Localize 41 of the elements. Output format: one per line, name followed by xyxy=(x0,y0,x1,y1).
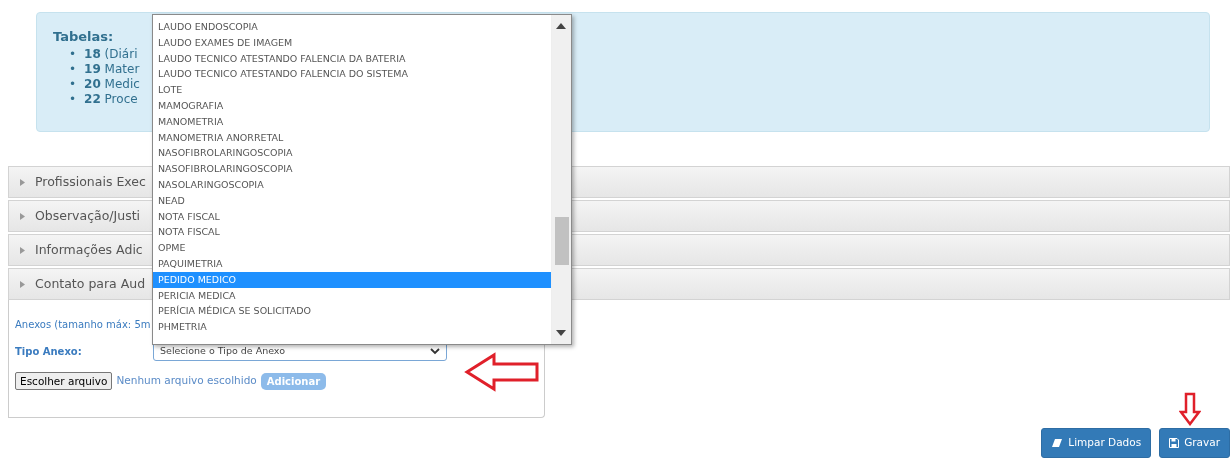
dropdown-option[interactable]: NOTA FISCAL xyxy=(153,208,551,225)
dropdown-option[interactable]: LAUDO TECNICO ATESTANDO FALENCIA DO SISTEMA xyxy=(153,66,551,83)
dropdown-option[interactable]: LAUDO EXAMES DE IMAGEM xyxy=(153,34,551,51)
bullet: • xyxy=(69,61,77,77)
dropdown-option[interactable]: OPME xyxy=(153,240,551,256)
info-heading: Tabelas: xyxy=(53,28,114,46)
floppy-icon xyxy=(1169,438,1180,448)
eraser-icon xyxy=(1051,438,1064,448)
down-arrow-icon xyxy=(1179,392,1201,426)
dropdown-option[interactable]: NASOLARINGOSCOPIA xyxy=(153,176,551,193)
caret-icon xyxy=(19,246,25,254)
dropdown-option[interactable]: LAUDO ENDOSCOPIA xyxy=(153,19,551,35)
dropdown-option[interactable]: MANOMETRIA xyxy=(153,113,551,130)
dropdown-option[interactable]: PERÍCIA MÉDICA SE SOLICITADO xyxy=(153,303,551,320)
dropdown-option[interactable]: MANOMETRIA ANORRETAL xyxy=(153,129,551,146)
save-button[interactable]: Gravar xyxy=(1159,428,1230,458)
info-item: 22 Proce xyxy=(84,91,138,107)
scroll-up-icon xyxy=(556,23,566,29)
dropdown-option[interactable]: PHMETRIA xyxy=(153,319,551,335)
info-item: 18 (Diári xyxy=(84,46,138,62)
caret-icon xyxy=(19,280,25,288)
scrollbar-thumb[interactable] xyxy=(555,217,569,265)
attachments-note: Anexos (tamanho máx: 5m xyxy=(15,318,151,332)
file-status: Nenhum arquivo escolhido xyxy=(116,373,257,389)
dropdown-option[interactable]: NASOFIBROLARINGOSCOPIA xyxy=(153,145,551,162)
left-arrow-icon xyxy=(464,352,540,392)
caret-icon xyxy=(19,212,25,220)
type-label: Tipo Anexo: xyxy=(15,345,83,359)
bullet: • xyxy=(69,46,77,62)
choose-file-button[interactable]: Escolher arquivo xyxy=(15,372,113,390)
dropdown-option[interactable]: LOTE xyxy=(153,82,551,98)
scroll-down-icon xyxy=(556,330,566,336)
clear-button[interactable]: Limpar Dados xyxy=(1041,428,1152,458)
caret-icon xyxy=(19,178,25,186)
dropdown-option[interactable]: MAMOGRAFIA xyxy=(153,98,551,114)
dropdown-option[interactable]: LAUDO TECNICO ATESTANDO FALENCIA DA BATERIA xyxy=(153,50,551,67)
chevron-icon xyxy=(430,348,440,355)
bullet: • xyxy=(69,76,77,92)
info-item: 19 Mater xyxy=(84,61,140,77)
info-item: 20 Medic xyxy=(84,76,140,92)
bullet: • xyxy=(69,91,77,107)
